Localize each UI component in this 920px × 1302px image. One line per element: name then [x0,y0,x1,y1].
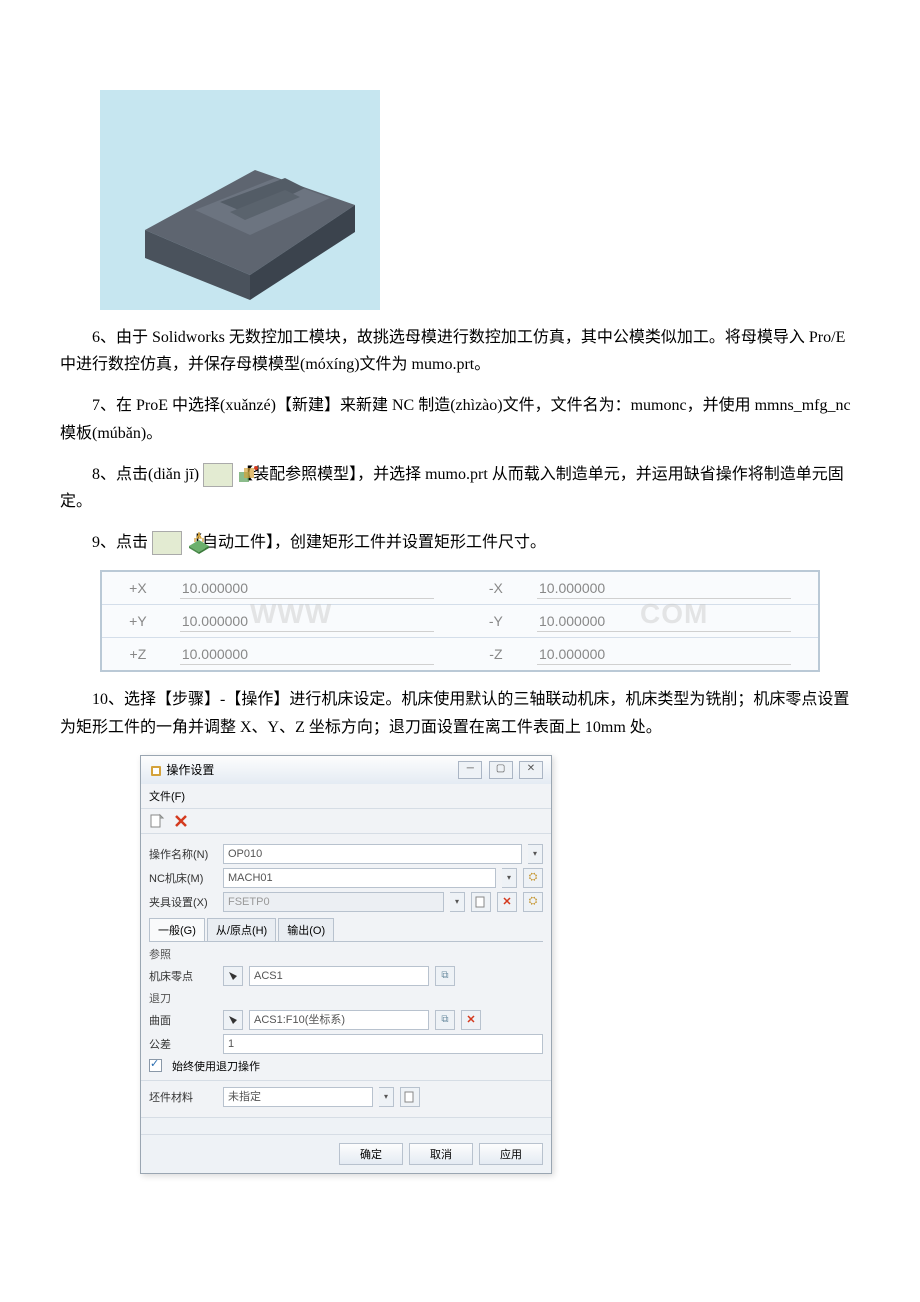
op-name-dropdown[interactable]: ▾ [528,844,543,864]
fixture-config-button[interactable]: ⛭ [523,892,543,912]
tolerance-field[interactable]: 1 [223,1034,543,1054]
surface-clear-button[interactable]: ✕ [461,1010,481,1030]
operation-settings-dialog: 操作设置 ─ ▢ ✕ 文件(F) 操作名称(N) OP010 ▾ NC机床(M)… [140,755,552,1174]
surface-picker-button[interactable] [223,1010,243,1030]
op-name-label: 操作名称(N) [149,846,217,862]
close-button[interactable]: ✕ [519,761,543,779]
machine-zero-field[interactable]: ACS1 [249,966,429,986]
surface-link-icon[interactable]: ⧉ [435,1010,455,1030]
coord-table: +X 10.000000 -X 10.000000 +Y 10.000000 -… [100,570,820,672]
minimize-button[interactable]: ─ [458,761,482,779]
always-retract-checkbox[interactable] [149,1059,162,1072]
value-minus-x[interactable]: 10.000000 [537,578,791,599]
group-ref-label: 参照 [149,946,543,962]
tab-general[interactable]: 一般(G) [149,918,205,941]
tab-output[interactable]: 输出(O) [278,918,334,941]
new-icon[interactable] [149,813,165,829]
group-retract-label: 退刀 [149,990,543,1006]
paragraph-6: 6、由于 Solidworks 无数控加工模块，故挑选母模进行数控加工仿真，其中… [60,324,860,378]
nc-machine-label: NC机床(M) [149,870,217,886]
label-plus-x: +X [101,571,174,605]
mold-render-image [100,90,380,310]
fixture-field[interactable]: FSETP0 [223,892,444,912]
paragraph-10: 10、选择【步骤】-【操作】进行机床设定。机床使用默认的三轴联动机床，机床类型为… [60,686,860,740]
always-retract-label: 始终使用退刀操作 [172,1058,260,1074]
document-page: 6、由于 Solidworks 无数控加工模块，故挑选母模进行数控加工仿真，其中… [0,0,920,1234]
value-plus-y[interactable]: 10.000000 [180,611,434,632]
label-plus-z: +Z [101,638,174,672]
auto-workpiece-icon [152,531,182,555]
stock-material-dropdown[interactable]: ▾ [379,1087,394,1107]
stock-material-new-button[interactable] [400,1087,420,1107]
dialog-title-text: 操作设置 [166,763,214,777]
stock-material-label: 坯件材料 [149,1089,217,1105]
tolerance-label: 公差 [149,1036,217,1052]
cancel-button[interactable]: 取消 [409,1143,473,1165]
dialog-titlebar[interactable]: 操作设置 ─ ▢ ✕ [141,756,551,784]
dialog-status-bar [141,1117,551,1134]
ok-button[interactable]: 确定 [339,1143,403,1165]
paragraph-9-text-a: 9、点击 [92,534,148,551]
surface-label: 曲面 [149,1012,217,1028]
paragraph-9-text-b: 【自动工件】，创建矩形工件并设置矩形工件尺寸。 [186,534,546,551]
value-minus-y[interactable]: 10.000000 [537,611,791,632]
paragraph-8: 8、点击(diǎn jī) 【装配参照模型】，并选择 mumo.prt 从而载入… [60,461,860,515]
nc-machine-dropdown[interactable]: ▾ [502,868,517,888]
fixture-dropdown[interactable]: ▾ [450,892,465,912]
label-plus-y: +Y [101,605,174,638]
nc-machine-config-button[interactable]: ⛭ [523,868,543,888]
delete-icon[interactable] [173,813,189,829]
dialog-menu-bar: 文件(F) [141,784,551,809]
label-minus-x: -X [461,571,531,605]
paragraph-7: 7、在 ProE 中选择(xuǎnzé)【新建】来新建 NC 制造(zhìzào… [60,392,860,446]
apply-button[interactable]: 应用 [479,1143,543,1165]
assemble-ref-model-icon [203,463,233,487]
nc-machine-field[interactable]: MACH01 [223,868,496,888]
value-plus-z[interactable]: 10.000000 [180,644,434,665]
fixture-delete-button[interactable]: ✕ [497,892,517,912]
tab-from-origin[interactable]: 从/原点(H) [207,918,276,941]
file-menu[interactable]: 文件(F) [149,791,185,803]
dialog-body: 操作名称(N) OP010 ▾ NC机床(M) MACH01 ▾ ⛭ 夹具设置(… [141,834,551,1117]
machine-zero-label: 机床零点 [149,968,217,984]
paragraph-8-text-a: 8、点击(diǎn jī) [92,466,199,483]
coord-table-wrap: +X 10.000000 -X 10.000000 +Y 10.000000 -… [60,570,860,672]
value-minus-z[interactable]: 10.000000 [537,644,791,665]
zero-picker-button[interactable] [223,966,243,986]
stock-material-field[interactable]: 未指定 [223,1087,373,1107]
op-name-field[interactable]: OP010 [223,844,522,864]
zero-link-icon[interactable]: ⧉ [435,966,455,986]
paragraph-9: 9、点击 【自动工件】，创建矩形工件并设置矩形工件尺寸。 [60,529,860,556]
maximize-button[interactable]: ▢ [489,761,513,779]
surface-field[interactable]: ACS1:F10(坐标系) [249,1010,429,1030]
dialog-toolbar [141,809,551,834]
label-minus-y: -Y [461,605,531,638]
fixture-label: 夹具设置(X) [149,894,217,910]
fixture-new-button[interactable] [471,892,491,912]
value-plus-x[interactable]: 10.000000 [180,578,434,599]
label-minus-z: -Z [461,638,531,672]
